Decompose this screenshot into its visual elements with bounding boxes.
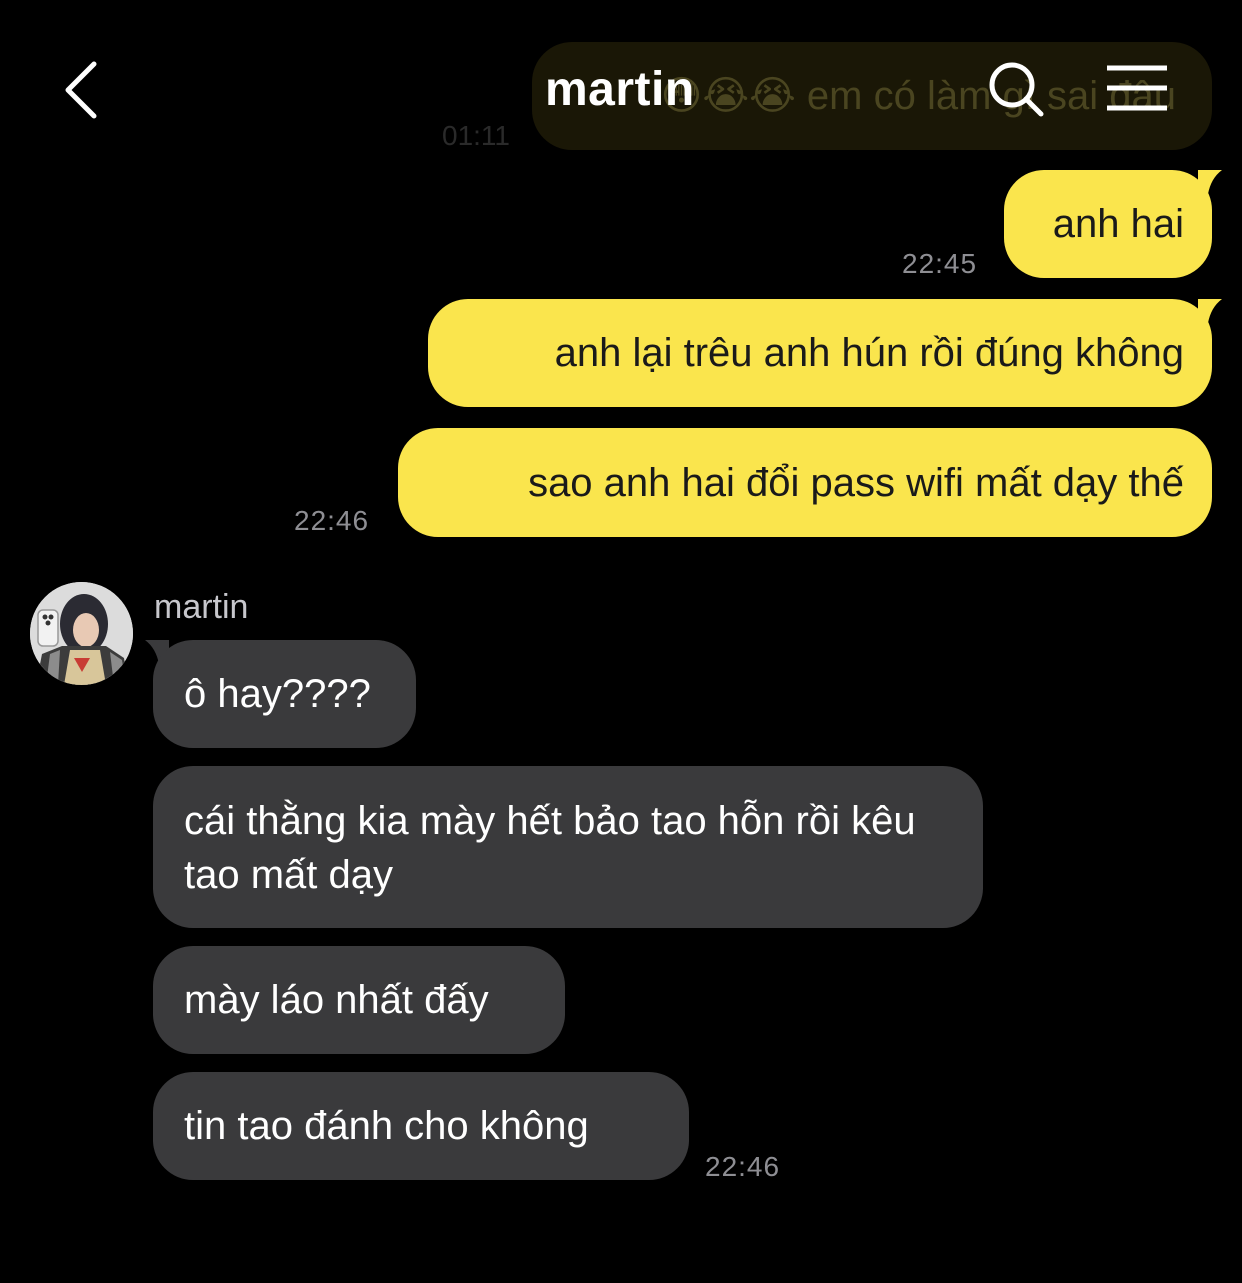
outgoing-message[interactable]: anh hai xyxy=(1004,170,1212,278)
back-button[interactable] xyxy=(58,58,118,122)
message-time: 22:46 xyxy=(705,1151,781,1182)
incoming-message[interactable]: mày láo nhất đấy xyxy=(153,946,565,1054)
message-time: 22:45 xyxy=(902,248,978,279)
menu-button[interactable] xyxy=(1104,64,1170,114)
previous-message-time: 01:11 xyxy=(442,120,510,151)
message-text: tin tao đánh cho không xyxy=(184,1104,589,1148)
message-text: mày láo nhất đấy xyxy=(184,978,489,1022)
message-text: anh hai xyxy=(1052,202,1184,246)
sender-avatar[interactable] xyxy=(30,582,133,685)
previous-message-text: 😳😭😭 em có làm gì sai đâu xyxy=(660,74,1176,118)
search-icon xyxy=(989,62,1044,117)
message-text: sao anh hai đổi pass wifi mất dạy thế xyxy=(528,460,1184,505)
incoming-message[interactable]: ô hay???? xyxy=(153,640,416,748)
bubble-tail xyxy=(1198,299,1222,323)
bubble-tail xyxy=(1198,170,1222,194)
message-text: ô hay???? xyxy=(184,672,371,716)
outgoing-message[interactable]: anh lại trêu anh hún rồi đúng không xyxy=(428,299,1212,407)
incoming-message[interactable]: tin tao đánh cho không xyxy=(153,1072,689,1180)
message-text: anh lại trêu anh hún rồi đúng không xyxy=(554,331,1184,375)
incoming-message[interactable]: cái thằng kia mày hết bảo tao hỗn rồi kê… xyxy=(153,766,983,928)
avatar-photo xyxy=(30,582,133,685)
search-button[interactable] xyxy=(985,58,1051,124)
chat-title: martin xyxy=(545,63,695,116)
message-time: 22:46 xyxy=(294,505,370,536)
sender-name: martin xyxy=(154,588,249,626)
chevron-left-icon xyxy=(65,61,97,119)
message-text: cái thằng kia mày hết bảo tao hỗn rồi kê… xyxy=(184,799,916,897)
hamburger-menu-icon xyxy=(1107,65,1167,111)
outgoing-message[interactable]: sao anh hai đổi pass wifi mất dạy thế xyxy=(398,428,1212,537)
